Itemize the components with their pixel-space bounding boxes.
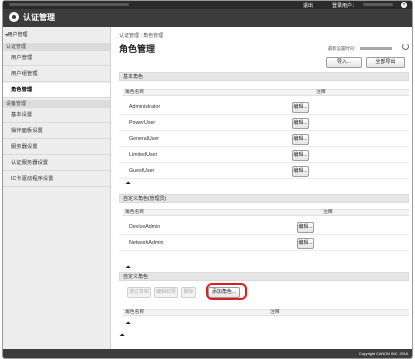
blurred-timestamp — [360, 47, 393, 51]
table-row: PowerUser 编辑... — [119, 115, 409, 131]
edit-button[interactable]: 编辑... — [292, 150, 309, 161]
import-button[interactable]: 导入... — [326, 57, 362, 68]
footer: Copyright CANON INC. 2016 — [3, 349, 412, 358]
sidebar-item-server-settings[interactable]: 服务器设置 — [3, 140, 110, 155]
col-comment: 注释 — [316, 90, 326, 95]
sidebar-item-panel-settings[interactable]: 操作面板设置 — [3, 124, 110, 139]
collapse-up-icon[interactable]: ⏶ — [125, 181, 131, 187]
base-roles-header: 角色名称 注释 — [123, 89, 409, 96]
edit-button[interactable]: 编辑... — [292, 102, 309, 113]
col-role-name: 角色名称 — [125, 210, 145, 215]
edit-button[interactable]: 编辑... — [292, 134, 309, 145]
settings-logo-icon — [9, 12, 19, 22]
table-row: DeviceAdmin 编辑... — [119, 219, 409, 235]
table-row: LimitedUser 编辑... — [119, 147, 409, 163]
section-base-roles: 基本角色 — [119, 72, 409, 81]
table-row: NetworkAdmin 编辑... — [119, 235, 409, 251]
col-role-name: 角色名称 — [125, 310, 145, 315]
app-header: 退出 登录用户： ? 认证管理 — [3, 1, 412, 27]
sidebar-item-ic-card-settings[interactable]: IC卡驱动程序设置 — [3, 172, 110, 187]
sidebar-item-basic-settings[interactable]: 基本设置 — [3, 108, 110, 123]
role-name: GuestUser — [129, 168, 155, 174]
last-updated: 最新设置时间： — [328, 46, 393, 52]
custom-admin-roles-header: 角色名称 注释 — [123, 209, 409, 216]
edit-button[interactable]: 编辑... — [297, 222, 314, 233]
role-name: GeneralUser — [129, 136, 160, 142]
refresh-icon[interactable] — [402, 43, 409, 50]
help-icon[interactable]: ? — [401, 2, 407, 8]
col-comment: 注释 — [323, 210, 333, 215]
copy-role-button[interactable]: 通过复制 — [127, 287, 151, 298]
table-row: GuestUser 编辑... — [119, 163, 409, 179]
role-name: Administrator — [129, 104, 161, 110]
main-content: 认证管理 : 角色管理 角色管理 最新设置时间： 导入... 全部导出 基本角色… — [113, 27, 412, 358]
role-name: PowerUser — [129, 120, 156, 126]
table-row: GeneralUser 编辑... — [119, 131, 409, 147]
collapse-up-icon[interactable]: ⏶ — [125, 265, 131, 271]
breadcrumb: 认证管理 : 角色管理 — [119, 33, 164, 39]
sidebar: ◂用户管理 认证管理 用户管理 用户组管理 角色管理 设备管理 基本设置 操作面… — [3, 27, 111, 358]
table-row: Administrator 编辑... — [119, 99, 409, 115]
section-custom-admin-roles: 自定义角色(管理员) — [119, 194, 409, 203]
sidebar-item-user-management[interactable]: 用户管理 — [3, 51, 110, 66]
delete-button[interactable]: 删除 — [181, 287, 196, 298]
login-user-label: 登录用户： — [332, 3, 358, 9]
sidebar-back-link[interactable]: ◂用户管理 — [5, 31, 28, 38]
custom-roles-header: 角色名称 注释 — [123, 309, 409, 316]
last-updated-label: 最新设置时间： — [328, 46, 359, 51]
edit-button[interactable]: 编辑... — [292, 118, 309, 129]
collapse-up-icon[interactable]: ⏶ — [119, 333, 125, 339]
browser-frame: 退出 登录用户： ? 认证管理 ◂用户管理 认证管理 用户管理 用户组管理 角色… — [2, 0, 413, 359]
add-role-highlight — [206, 283, 247, 300]
collapse-up-icon[interactable]: ⏶ — [125, 321, 131, 327]
role-name: NetworkAdmin — [129, 240, 164, 246]
role-name: LimitedUser — [129, 152, 158, 158]
section-custom-roles: 自定义角色 — [119, 272, 409, 281]
app-title: 认证管理 — [23, 13, 55, 22]
sidebar-item-role-management[interactable]: 角色管理 — [3, 83, 110, 98]
edit-permission-button[interactable]: 编辑权限 — [154, 287, 178, 298]
sidebar-item-auth-server-settings[interactable]: 认证服务器设置 — [3, 156, 110, 171]
logout-link[interactable]: 退出 — [303, 2, 313, 9]
blurred-device-name — [9, 3, 129, 6]
col-comment: 注释 — [270, 310, 280, 315]
col-role-name: 角色名称 — [125, 90, 145, 95]
export-all-button[interactable]: 全部导出 — [366, 57, 405, 68]
edit-button[interactable]: 编辑... — [292, 166, 309, 177]
sidebar-section-device: 设备管理 — [3, 100, 110, 108]
role-name: DeviceAdmin — [129, 224, 161, 230]
sidebar-item-group-management[interactable]: 用户组管理 — [3, 67, 110, 82]
sidebar-section-auth: 认证管理 — [3, 43, 110, 51]
copyright: Copyright CANON INC. 2016 — [358, 352, 408, 356]
blurred-user-name — [363, 3, 393, 6]
page-title: 角色管理 — [119, 44, 156, 54]
edit-button[interactable]: 编辑... — [297, 238, 314, 249]
